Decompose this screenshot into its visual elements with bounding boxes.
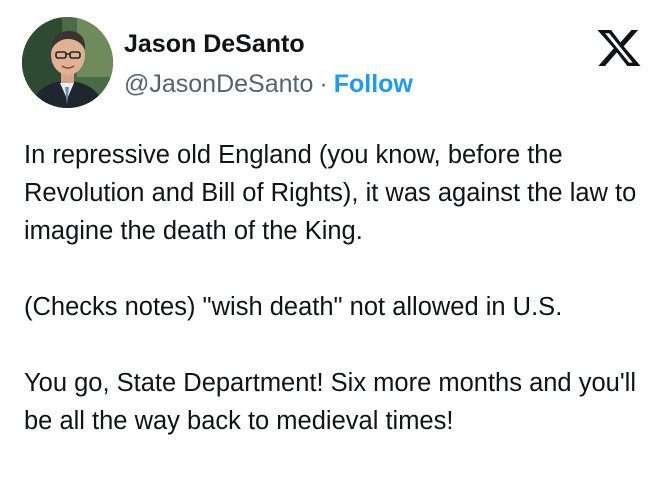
x-logo-icon[interactable] — [597, 30, 641, 66]
separator-dot: · — [319, 70, 328, 98]
tweet-text: In repressive old England (you know, bef… — [24, 136, 644, 440]
tweet-paragraph: (Checks notes) "wish death" not allowed … — [24, 293, 563, 321]
tweet-paragraph: In repressive old England (you know, bef… — [24, 141, 637, 245]
author-handle-row: @JasonDeSanto · Follow — [124, 70, 413, 99]
tweet-paragraph: You go, State Department! Six more month… — [24, 369, 637, 435]
author-display-name[interactable]: Jason DeSanto — [124, 30, 305, 59]
author-handle[interactable]: @JasonDeSanto — [124, 70, 313, 98]
avatar-image — [22, 17, 113, 108]
tweet-card: Jason DeSanto @JasonDeSanto · Follow In re… — [0, 0, 666, 497]
avatar[interactable] — [22, 17, 113, 108]
follow-button[interactable]: Follow — [334, 70, 413, 98]
x-logo-svg — [597, 30, 641, 66]
